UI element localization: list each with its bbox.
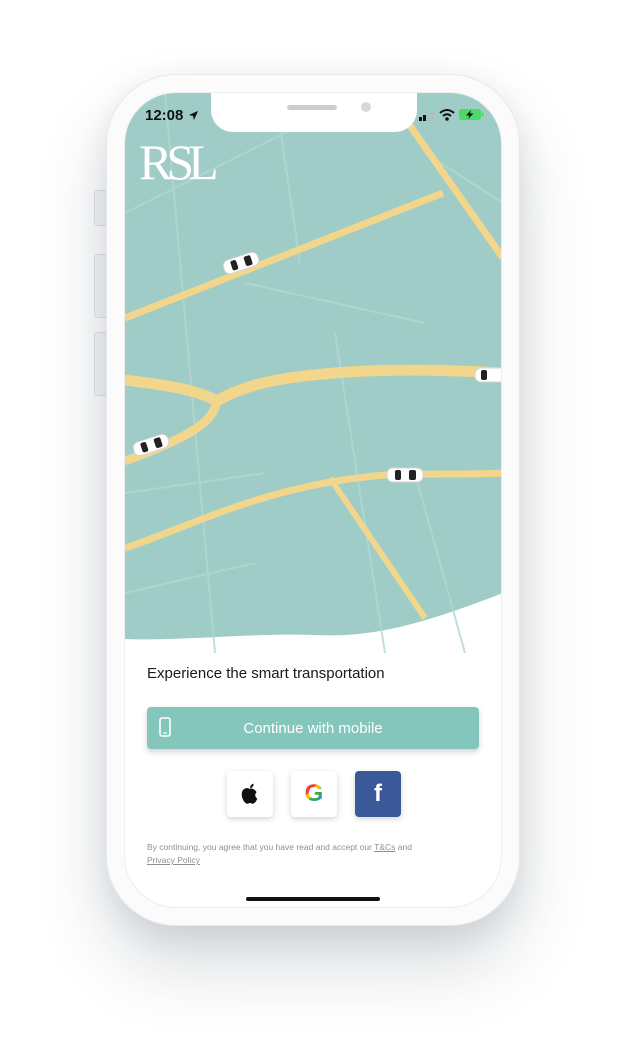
facebook-icon: f (374, 780, 382, 807)
home-indicator[interactable] (246, 897, 380, 901)
status-time: 12:08 (145, 107, 199, 124)
tnc-link[interactable]: T&Cs (374, 842, 395, 852)
facebook-login-button[interactable]: f (355, 771, 401, 817)
apple-icon (241, 783, 258, 804)
continue-with-mobile-button[interactable]: Continue with mobile (147, 707, 479, 749)
apple-login-button[interactable] (227, 771, 273, 817)
battery-icon (459, 109, 484, 120)
google-login-button[interactable]: G (291, 771, 337, 817)
location-arrow-icon (188, 110, 198, 121)
car-2 (474, 367, 501, 383)
car-4 (386, 467, 424, 483)
car-1 (222, 251, 260, 275)
status-icons (419, 109, 484, 121)
mobile-phone-icon (159, 717, 171, 737)
signal-icon (419, 111, 434, 121)
privacy-policy-link[interactable]: Privacy Policy (147, 855, 200, 865)
continue-with-mobile-label: Continue with mobile (243, 719, 383, 737)
tagline: Experience the smart transportation (147, 665, 385, 682)
google-icon: G (304, 780, 324, 807)
app-screen: RSL 12:08 Experience the smart transport… (124, 92, 502, 908)
terms-text: By continuing, you agree that you have r… (147, 842, 412, 865)
speaker (287, 105, 337, 110)
notch (211, 93, 417, 132)
camera (361, 102, 371, 112)
rsl-logo: RSL (139, 134, 219, 190)
car-3 (132, 433, 170, 457)
wifi-icon (439, 109, 455, 121)
